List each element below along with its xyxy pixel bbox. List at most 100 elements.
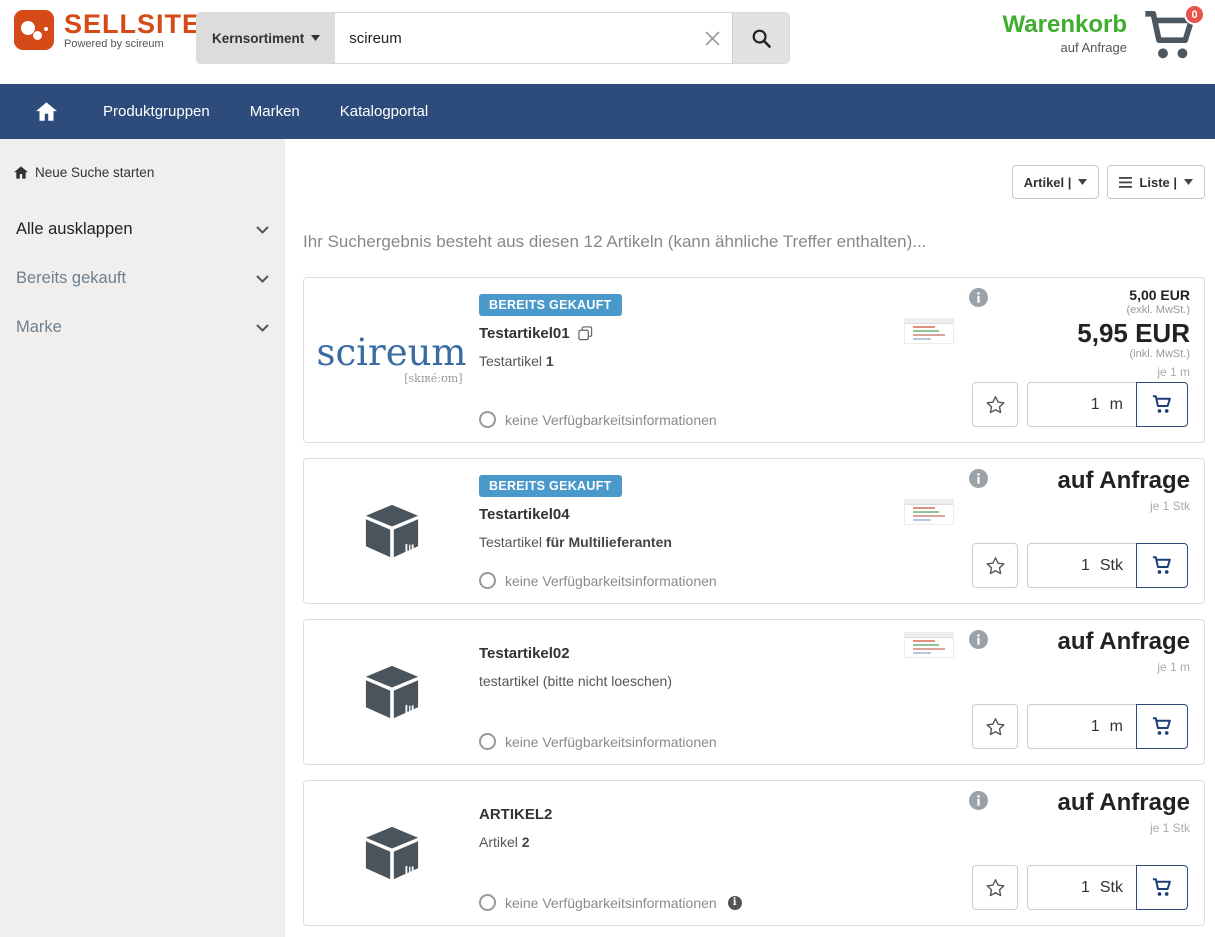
product-title[interactable]: Testartikel01 — [479, 325, 570, 342]
datasheet-thumbnail[interactable] — [904, 318, 954, 344]
datasheet-thumbnail[interactable] — [904, 499, 954, 525]
add-to-cart-button[interactable] — [1136, 704, 1188, 749]
favorite-button[interactable] — [972, 865, 1018, 910]
availability-row: keine Verfügbarkeitsinformationen — [479, 411, 894, 428]
cart-icon — [1151, 716, 1174, 737]
new-search-link[interactable]: Neue Suche starten — [14, 165, 271, 180]
info-icon[interactable] — [969, 791, 988, 810]
price-excl: 5,00 EUR — [1077, 287, 1190, 303]
per-unit-label: je 1 m — [1077, 365, 1190, 379]
favorite-button[interactable] — [972, 543, 1018, 588]
app-header: SELLSITE Powered by scireum Kernsortimen… — [0, 0, 1215, 84]
product-description: Artikel 2 — [479, 834, 894, 850]
search-input[interactable] — [335, 13, 692, 63]
unit-label: Stk — [1100, 879, 1123, 897]
availability-row: keine Verfügbarkeitsinformationen — [479, 572, 894, 589]
product-title[interactable]: Testartikel02 — [479, 645, 570, 662]
cart-icon — [1151, 555, 1174, 576]
price-block: 5,00 EUR (exkl. MwSt.) 5,95 EUR (inkl. M… — [1077, 287, 1190, 379]
artikel-dropdown-button[interactable]: Artikel | — [1012, 165, 1100, 199]
caret-down-icon — [311, 35, 320, 41]
cart-link[interactable]: Warenkorb auf Anfrage 0 — [1003, 8, 1203, 66]
sellsite-logo[interactable]: SELLSITE Powered by scireum — [14, 10, 201, 50]
package-cube-icon — [363, 665, 421, 719]
star-icon — [985, 717, 1006, 737]
brand-tagline: Powered by scireum — [64, 38, 201, 50]
product-title[interactable]: Testartikel04 — [479, 506, 570, 523]
per-unit-label: je 1 m — [1058, 660, 1190, 674]
search-scope-dropdown[interactable]: Kernsortiment — [197, 13, 335, 63]
search-icon — [751, 28, 772, 49]
list-icon — [1119, 177, 1132, 188]
liste-dropdown-button[interactable]: Liste | — [1107, 165, 1205, 199]
quantity-group: m — [1027, 704, 1188, 749]
nav-item-katalogportal[interactable]: Katalogportal — [340, 103, 428, 120]
package-cube-icon — [363, 504, 421, 558]
unit-label: Stk — [1100, 557, 1123, 575]
caret-down-icon — [1078, 179, 1087, 185]
info-icon[interactable] — [969, 630, 988, 649]
filter-sidebar: Neue Suche starten Alle ausklappen Berei… — [0, 139, 285, 937]
status-badge: BEREITS GEKAUFT — [479, 294, 622, 316]
quantity-group: Stk — [1027, 543, 1188, 588]
add-to-cart-button[interactable] — [1136, 865, 1188, 910]
price-block: auf Anfrage je 1 m — [1058, 629, 1190, 674]
product-image[interactable] — [304, 620, 479, 764]
copy-icon[interactable] — [578, 326, 593, 341]
datasheet-thumbnail[interactable] — [904, 632, 954, 658]
product-image[interactable]: scireum [skɪʀé:ʊm] — [304, 278, 479, 442]
clear-search-icon[interactable] — [692, 13, 732, 63]
product-card: Testartikel02 testartikel (bitte nicht l… — [303, 619, 1205, 765]
product-card: BEREITS GEKAUFT Testartikel04 Testartike… — [303, 458, 1205, 604]
nav-item-marken[interactable]: Marken — [250, 103, 300, 120]
quantity-input[interactable] — [1060, 557, 1090, 575]
sidebar-item-alle-ausklappen[interactable]: Alle ausklappen — [14, 210, 271, 249]
view-toolbar: Artikel | Liste | — [303, 165, 1205, 199]
quantity-input[interactable] — [1070, 718, 1100, 736]
nav-home-icon[interactable] — [30, 94, 63, 129]
price-on-request: auf Anfrage — [1058, 629, 1190, 655]
product-image[interactable] — [304, 781, 479, 925]
sidebar-item-marke[interactable]: Marke — [14, 308, 271, 347]
star-icon — [985, 395, 1006, 415]
availability-indicator — [479, 411, 496, 428]
cart-icon — [1151, 394, 1174, 415]
quantity-input[interactable] — [1070, 396, 1100, 414]
availability-indicator — [479, 733, 496, 750]
package-cube-icon — [363, 826, 421, 880]
chevron-down-icon — [256, 226, 269, 234]
availability-info-icon[interactable]: i — [728, 896, 742, 910]
cart-sublabel: auf Anfrage — [1003, 40, 1127, 55]
favorite-button[interactable] — [972, 382, 1018, 427]
cart-icon — [1151, 877, 1174, 898]
quantity-group: m — [1027, 382, 1188, 427]
home-icon — [14, 166, 28, 179]
star-icon — [985, 556, 1006, 576]
results-area: Artikel | Liste | Ihr Suchergebnis beste… — [285, 139, 1215, 937]
cart-count-badge: 0 — [1184, 4, 1205, 25]
nav-item-produktgruppen[interactable]: Produktgruppen — [103, 103, 210, 120]
quantity-input[interactable] — [1060, 879, 1090, 897]
price-on-request: auf Anfrage — [1058, 790, 1190, 816]
availability-row: keine Verfügbarkeitsinformationen — [479, 733, 894, 750]
sellsite-logo-icon — [14, 10, 54, 50]
favorite-button[interactable] — [972, 704, 1018, 749]
info-icon[interactable] — [969, 288, 988, 307]
search-button[interactable] — [732, 13, 789, 63]
add-to-cart-button[interactable] — [1136, 543, 1188, 588]
availability-row: keine Verfügbarkeitsinformationen i — [479, 894, 894, 911]
product-description: Testartikel für Multilieferanten — [479, 534, 894, 550]
info-icon[interactable] — [969, 469, 988, 488]
product-title[interactable]: ARTIKEL2 — [479, 806, 552, 823]
product-image[interactable] — [304, 459, 479, 603]
product-description: Testartikel 1 — [479, 353, 894, 369]
status-badge: BEREITS GEKAUFT — [479, 475, 622, 497]
price-on-request: auf Anfrage — [1058, 468, 1190, 494]
sidebar-item-bereits-gekauft[interactable]: Bereits gekauft — [14, 259, 271, 298]
brand-name: SELLSITE — [64, 11, 201, 37]
star-icon — [985, 878, 1006, 898]
scireum-wordmark: scireum — [316, 336, 466, 370]
add-to-cart-button[interactable] — [1136, 382, 1188, 427]
results-summary: Ihr Suchergebnis besteht aus diesen 12 A… — [303, 232, 1205, 252]
search-scope-label: Kernsortiment — [212, 31, 304, 46]
